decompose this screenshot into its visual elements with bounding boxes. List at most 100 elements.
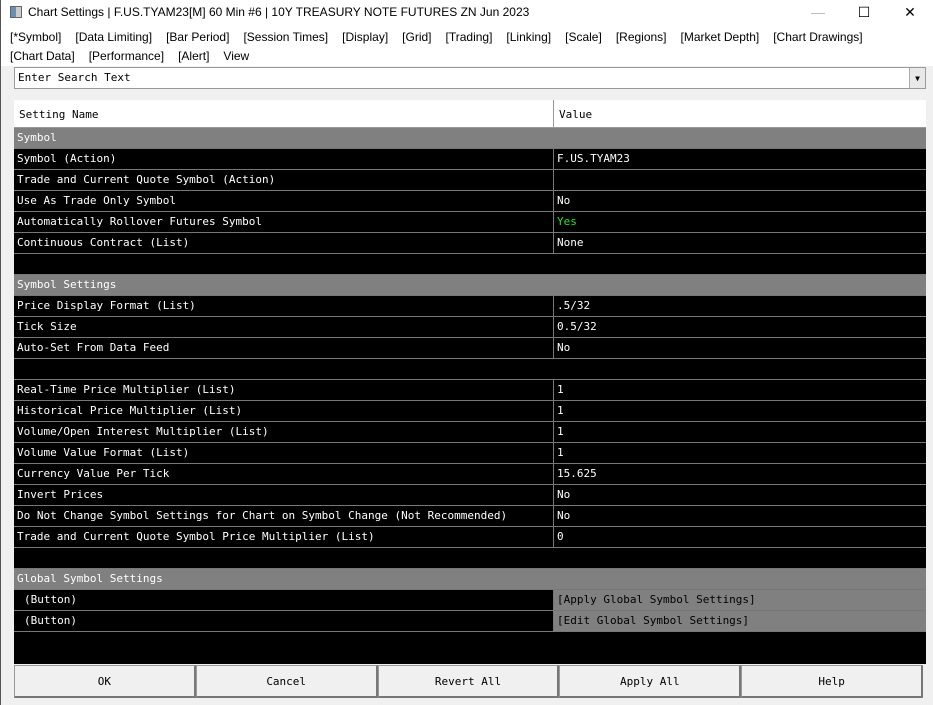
table-row[interactable]: Tick Size 0.5/32 <box>14 317 926 338</box>
setting-value[interactable]: 1 <box>554 401 926 421</box>
group-label: Symbol <box>17 131 57 144</box>
group-header-row: Symbol <box>14 128 926 149</box>
table-row[interactable]: Automatically Rollover Futures Symbol Yes <box>14 212 926 233</box>
table-row[interactable]: Trade and Current Quote Symbol Price Mul… <box>14 527 926 548</box>
setting-name: Currency Value Per Tick <box>14 464 554 484</box>
app-icon <box>10 6 22 18</box>
setting-value[interactable] <box>554 170 926 190</box>
tab-scale[interactable]: [Scale] <box>565 28 602 47</box>
tab-data-limiting[interactable]: [Data Limiting] <box>75 28 152 47</box>
group-header-row: Symbol Settings <box>14 275 926 296</box>
help-button[interactable]: Help <box>741 665 923 698</box>
column-header-setting-name: Setting Name <box>14 100 554 127</box>
table-row[interactable]: Currency Value Per Tick 15.625 <box>14 464 926 485</box>
table-row[interactable]: Volume Value Format (List) 1 <box>14 443 926 464</box>
setting-value[interactable]: .5/32 <box>554 296 926 316</box>
tab-view[interactable]: View <box>223 47 249 66</box>
group-label: Global Symbol Settings <box>17 572 163 585</box>
setting-value[interactable]: 0.5/32 <box>554 317 926 337</box>
table-row[interactable]: Real-Time Price Multiplier (List) 1 <box>14 380 926 401</box>
setting-name: (Button) <box>14 611 554 631</box>
setting-value[interactable]: 1 <box>554 443 926 463</box>
setting-name: Automatically Rollover Futures Symbol <box>14 212 554 232</box>
close-button[interactable]: ✕ <box>887 0 933 24</box>
window-title: Chart Settings | F.US.TYAM23[M] 60 Min #… <box>28 5 530 19</box>
setting-value <box>554 548 926 568</box>
setting-value[interactable]: 15.625 <box>554 464 926 484</box>
setting-name: Volume/Open Interest Multiplier (List) <box>14 422 554 442</box>
setting-name: Volume Value Format (List) <box>14 443 554 463</box>
table-row[interactable]: Use As Trade Only Symbol No <box>14 191 926 212</box>
group-header-row: Global Symbol Settings <box>14 569 926 590</box>
setting-value[interactable]: No <box>554 485 926 505</box>
settings-table: Setting Name Value Symbol Symbol (Action)… <box>14 100 926 664</box>
setting-name: (Button) <box>14 590 554 610</box>
button-bar: OK Cancel Revert All Apply All Help <box>14 665 923 698</box>
cancel-button[interactable]: Cancel <box>195 665 378 698</box>
setting-name: Real-Time Price Multiplier (List) <box>14 380 554 400</box>
setting-value[interactable]: Yes <box>554 212 926 232</box>
dropdown-arrow-icon[interactable]: ▼ <box>909 68 925 88</box>
tab-chart-drawings[interactable]: [Chart Drawings] <box>773 28 862 47</box>
tab-trading[interactable]: [Trading] <box>446 28 493 47</box>
table-row[interactable]: Volume/Open Interest Multiplier (List) 1 <box>14 422 926 443</box>
action-button[interactable]: [Edit Global Symbol Settings] <box>554 611 926 631</box>
search-input[interactable]: Enter Search Text ▼ <box>14 67 926 89</box>
settings-tabs: [*Symbol] [Data Limiting] [Bar Period] [Ses… <box>1 24 933 66</box>
blank-row <box>14 254 926 275</box>
table-row[interactable]: Symbol (Action) F.US.TYAM23 <box>14 149 926 170</box>
table-row[interactable]: Invert Prices No <box>14 485 926 506</box>
button-row[interactable]: (Button) [Apply Global Symbol Settings] <box>14 590 926 611</box>
setting-value[interactable]: None <box>554 233 926 253</box>
table-row[interactable]: Auto-Set From Data Feed No <box>14 338 926 359</box>
tab-regions[interactable]: [Regions] <box>616 28 667 47</box>
tab-grid[interactable]: [Grid] <box>402 28 431 47</box>
blank-row <box>14 548 926 569</box>
table-row[interactable]: Continuous Contract (List) None <box>14 233 926 254</box>
revert-all-button[interactable]: Revert All <box>377 665 560 698</box>
setting-name: Use As Trade Only Symbol <box>14 191 554 211</box>
setting-name <box>14 254 554 274</box>
setting-name: Continuous Contract (List) <box>14 233 554 253</box>
button-row[interactable]: (Button) [Edit Global Symbol Settings] <box>14 611 926 632</box>
table-row[interactable]: Trade and Current Quote Symbol (Action) <box>14 170 926 191</box>
setting-value <box>554 359 926 379</box>
tab-alert[interactable]: [Alert] <box>178 47 209 66</box>
setting-value[interactable]: No <box>554 191 926 211</box>
tab-session-times[interactable]: [Session Times] <box>243 28 328 47</box>
setting-value[interactable]: 1 <box>554 422 926 442</box>
setting-value[interactable]: 1 <box>554 380 926 400</box>
setting-name: Trade and Current Quote Symbol (Action) <box>14 170 554 190</box>
tab-market-depth[interactable]: [Market Depth] <box>681 28 760 47</box>
setting-name: Historical Price Multiplier (List) <box>14 401 554 421</box>
maximize-button[interactable]: ☐ <box>841 0 887 24</box>
search-text: Enter Search Text <box>18 71 131 84</box>
tab-symbol[interactable]: [*Symbol] <box>10 28 61 47</box>
tab-performance[interactable]: [Performance] <box>89 47 164 66</box>
table-header: Setting Name Value <box>14 100 926 128</box>
setting-value[interactable]: No <box>554 338 926 358</box>
table-row[interactable]: Historical Price Multiplier (List) 1 <box>14 401 926 422</box>
table-row[interactable]: Price Display Format (List) .5/32 <box>14 296 926 317</box>
column-header-value: Value <box>559 108 593 121</box>
tab-display[interactable]: [Display] <box>342 28 388 47</box>
minimize-button[interactable]: — <box>795 0 841 24</box>
group-label: Symbol Settings <box>17 278 117 291</box>
setting-value[interactable]: 0 <box>554 527 926 547</box>
setting-name: Auto-Set From Data Feed <box>14 338 554 358</box>
setting-value[interactable]: No <box>554 506 926 526</box>
tab-linking[interactable]: [Linking] <box>506 28 551 47</box>
ok-button[interactable]: OK <box>14 665 196 698</box>
setting-name: Price Display Format (List) <box>14 296 554 316</box>
setting-name: Do Not Change Symbol Settings for Chart … <box>14 506 554 526</box>
tab-chart-data[interactable]: [Chart Data] <box>10 47 75 66</box>
title-bar: Chart Settings | F.US.TYAM23[M] 60 Min #… <box>1 0 933 24</box>
setting-value[interactable]: F.US.TYAM23 <box>554 149 926 169</box>
setting-name: Invert Prices <box>14 485 554 505</box>
table-row[interactable]: Do Not Change Symbol Settings for Chart … <box>14 506 926 527</box>
setting-name: Trade and Current Quote Symbol Price Mul… <box>14 527 554 547</box>
action-button[interactable]: [Apply Global Symbol Settings] <box>554 590 926 610</box>
setting-value <box>554 254 926 274</box>
apply-all-button[interactable]: Apply All <box>559 665 742 698</box>
tab-bar-period[interactable]: [Bar Period] <box>166 28 229 47</box>
